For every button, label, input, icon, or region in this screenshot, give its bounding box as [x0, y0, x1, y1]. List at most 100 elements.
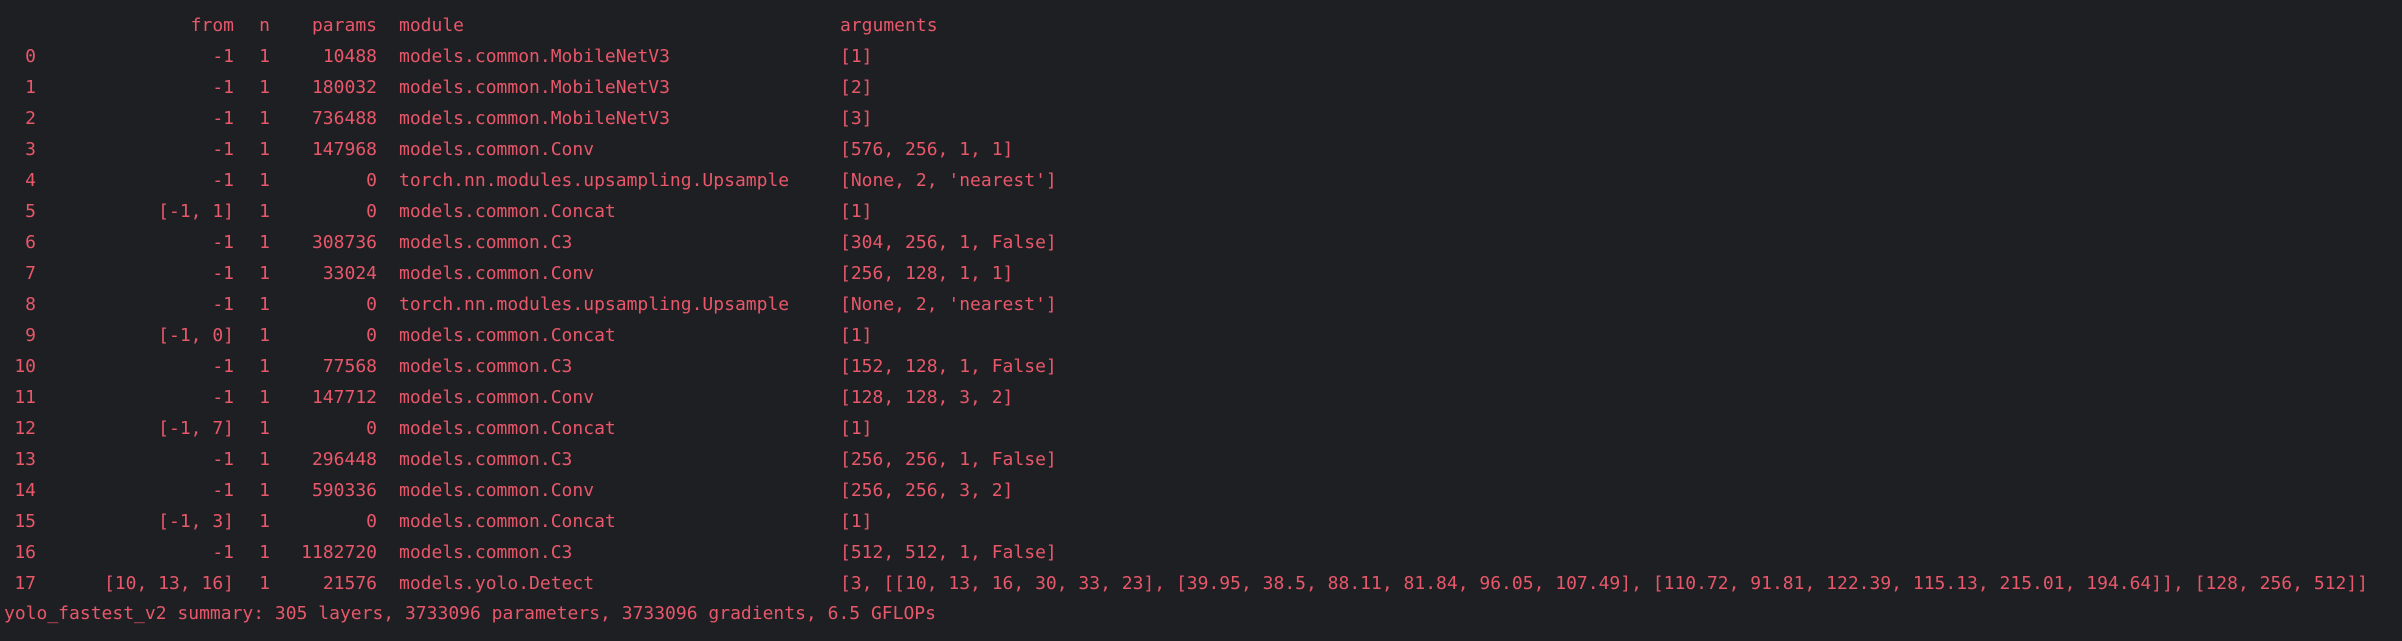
row-arguments: [None, 2, 'nearest'] [840, 170, 1057, 191]
row-arguments: [3, [[10, 13, 16, 30, 33, 23], [39.95, 3… [840, 573, 2369, 594]
row-index: 0 [25, 46, 36, 67]
row-index: 6 [25, 232, 36, 253]
summary-line: yolo_fastest_v2 summary: 305 layers, 373… [4, 603, 936, 624]
row-module: models.common.Conv [399, 263, 595, 284]
row-params: 77568 [322, 356, 377, 377]
row-module: models.common.C3 [399, 449, 573, 470]
row-index: 14 [14, 480, 36, 501]
row-n: 1 [259, 232, 270, 253]
row-from: -1 [212, 46, 234, 67]
row-from: -1 [212, 449, 234, 470]
row-module: models.common.MobileNetV3 [399, 77, 670, 98]
row-module: models.common.Conv [399, 139, 595, 160]
table-row: 10 -1 1 77568 models.common.C3 [152, 128, 1, … [0, 351, 2402, 382]
row-params: 308736 [311, 232, 377, 253]
row-params: 0 [366, 511, 377, 532]
row-module: models.common.Conv [399, 387, 595, 408]
table-header: from n params module arguments [0, 10, 2402, 41]
row-module: models.common.MobileNetV3 [399, 46, 670, 67]
row-from: -1 [212, 263, 234, 284]
row-arguments: [576, 256, 1, 1] [840, 139, 1014, 160]
row-index: 16 [14, 542, 36, 563]
row-params: 147968 [311, 139, 377, 160]
row-arguments: [1] [840, 511, 873, 532]
row-n: 1 [259, 263, 270, 284]
row-module: models.common.MobileNetV3 [399, 108, 670, 129]
row-n: 1 [259, 387, 270, 408]
row-n: 1 [259, 418, 270, 439]
row-index: 5 [25, 201, 36, 222]
row-from: [-1, 1] [158, 201, 234, 222]
row-index: 1 [25, 77, 36, 98]
header-module: module [399, 15, 465, 36]
table-row: 1 -1 1 180032 models.common.MobileNetV3 [2] [0, 72, 2402, 103]
row-from: [-1, 3] [158, 511, 234, 532]
row-n: 1 [259, 201, 270, 222]
row-index: 9 [25, 325, 36, 346]
row-module: models.common.Concat [399, 325, 616, 346]
row-params: 147712 [311, 387, 377, 408]
row-module: torch.nn.modules.upsampling.Upsample [399, 294, 790, 315]
row-index: 15 [14, 511, 36, 532]
table-row: 7 -1 1 33024 models.common.Conv [256, 128, 1,… [0, 258, 2402, 289]
row-arguments: [256, 256, 1, False] [840, 449, 1057, 470]
row-module: models.common.Concat [399, 511, 616, 532]
row-index: 13 [14, 449, 36, 470]
row-module: models.common.Conv [399, 480, 595, 501]
row-module: models.common.Concat [399, 418, 616, 439]
table-row: 16 -1 1 1182720 models.common.C3 [512, 512, 1… [0, 537, 2402, 568]
row-arguments: [None, 2, 'nearest'] [840, 294, 1057, 315]
row-arguments: [152, 128, 1, False] [840, 356, 1057, 377]
table-row: 6 -1 1 308736 models.common.C3 [304, 256, 1, … [0, 227, 2402, 258]
row-arguments: [256, 128, 1, 1] [840, 263, 1014, 284]
row-from: -1 [212, 294, 234, 315]
row-n: 1 [259, 573, 270, 594]
row-params: 0 [366, 325, 377, 346]
row-params: 590336 [311, 480, 377, 501]
table-row: 2 -1 1 736488 models.common.MobileNetV3 [3] [0, 103, 2402, 134]
row-from: [-1, 7] [158, 418, 234, 439]
row-n: 1 [259, 356, 270, 377]
table-row: 8 -1 1 0 torch.nn.modules.upsampling.Upsampl… [0, 289, 2402, 320]
row-n: 1 [259, 542, 270, 563]
row-index: 11 [14, 387, 36, 408]
table-row: 14 -1 1 590336 models.common.Conv [256, 256, … [0, 475, 2402, 506]
row-from: -1 [212, 139, 234, 160]
row-from: -1 [212, 356, 234, 377]
row-arguments: [512, 512, 1, False] [840, 542, 1057, 563]
row-index: 2 [25, 108, 36, 129]
row-params: 0 [366, 170, 377, 191]
row-index: 12 [14, 418, 36, 439]
table-row: 4 -1 1 0 torch.nn.modules.upsampling.Upsampl… [0, 165, 2402, 196]
row-params: 736488 [311, 108, 377, 129]
row-from: -1 [212, 480, 234, 501]
table-row: 11 -1 1 147712 models.common.Conv [128, 128, … [0, 382, 2402, 413]
header-params: params [311, 15, 377, 36]
row-params: 0 [366, 418, 377, 439]
row-index: 17 [14, 573, 36, 594]
row-module: torch.nn.modules.upsampling.Upsample [399, 170, 790, 191]
row-n: 1 [259, 139, 270, 160]
table-row: 13 -1 1 296448 models.common.C3 [256, 256, 1,… [0, 444, 2402, 475]
row-index: 4 [25, 170, 36, 191]
row-index: 7 [25, 263, 36, 284]
row-n: 1 [259, 325, 270, 346]
table-row: 15 [-1, 3] 1 0 models.common.Concat [1] [0, 506, 2402, 537]
row-n: 1 [259, 170, 270, 191]
row-index: 8 [25, 294, 36, 315]
row-from: -1 [212, 542, 234, 563]
row-arguments: [1] [840, 418, 873, 439]
row-params: 33024 [322, 263, 377, 284]
row-params: 0 [366, 294, 377, 315]
table-row: 12 [-1, 7] 1 0 models.common.Concat [1] [0, 413, 2402, 444]
row-from: -1 [212, 232, 234, 253]
row-arguments: [256, 256, 3, 2] [840, 480, 1014, 501]
table-row: 17 [10, 13, 16] 1 21576 models.yolo.Detect [3… [0, 568, 2402, 599]
row-params: 1182720 [301, 542, 377, 563]
row-n: 1 [259, 46, 270, 67]
row-arguments: [128, 128, 3, 2] [840, 387, 1014, 408]
row-params: 10488 [322, 46, 377, 67]
row-index: 10 [14, 356, 36, 377]
row-params: 21576 [322, 573, 377, 594]
row-module: models.common.C3 [399, 232, 573, 253]
